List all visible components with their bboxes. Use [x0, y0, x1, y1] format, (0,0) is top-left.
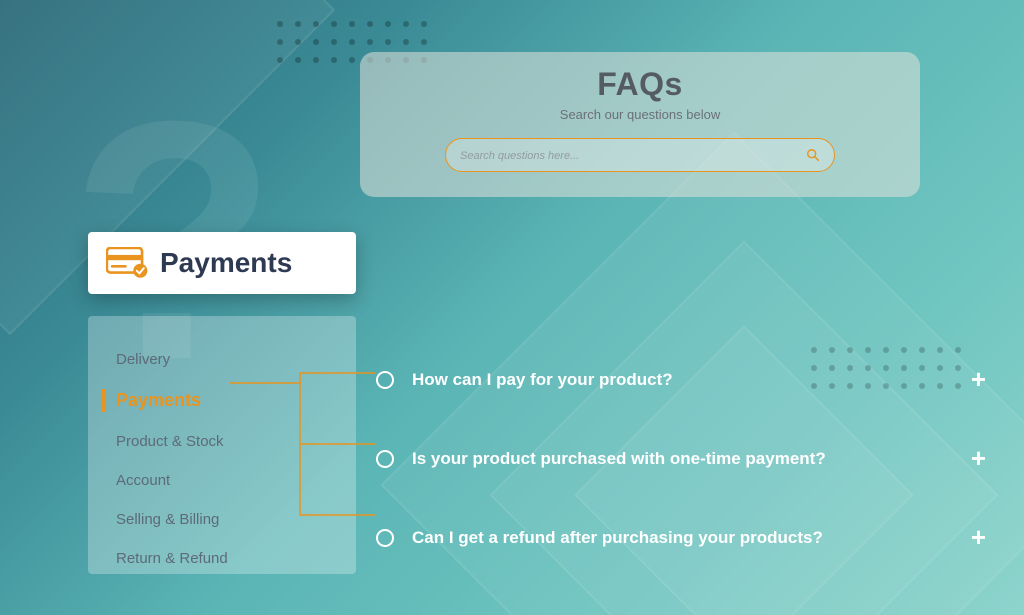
page-title: FAQs	[597, 66, 683, 103]
active-category-label: Payments	[160, 247, 292, 279]
page-subtitle: Search our questions below	[560, 107, 720, 122]
connector-lines	[230, 330, 395, 550]
credit-card-icon	[106, 247, 150, 279]
faq-question-row[interactable]: Is your product purchased with one-time …	[376, 443, 986, 474]
search-input[interactable]	[460, 148, 806, 162]
expand-icon[interactable]: +	[971, 443, 986, 474]
expand-icon[interactable]: +	[971, 364, 986, 395]
search-field-wrapper[interactable]	[445, 138, 835, 172]
questions-list: How can I pay for your product? + Is you…	[376, 364, 986, 601]
faq-question-row[interactable]: How can I pay for your product? +	[376, 364, 986, 395]
question-text: Is your product purchased with one-time …	[412, 449, 959, 469]
question-text: How can I pay for your product?	[412, 370, 959, 390]
faq-search-card: FAQs Search our questions below	[360, 52, 920, 197]
expand-icon[interactable]: +	[971, 522, 986, 553]
faq-question-row[interactable]: Can I get a refund after purchasing your…	[376, 522, 986, 553]
question-text: Can I get a refund after purchasing your…	[412, 528, 959, 548]
active-category-card: Payments	[88, 232, 356, 294]
search-icon	[806, 148, 820, 162]
